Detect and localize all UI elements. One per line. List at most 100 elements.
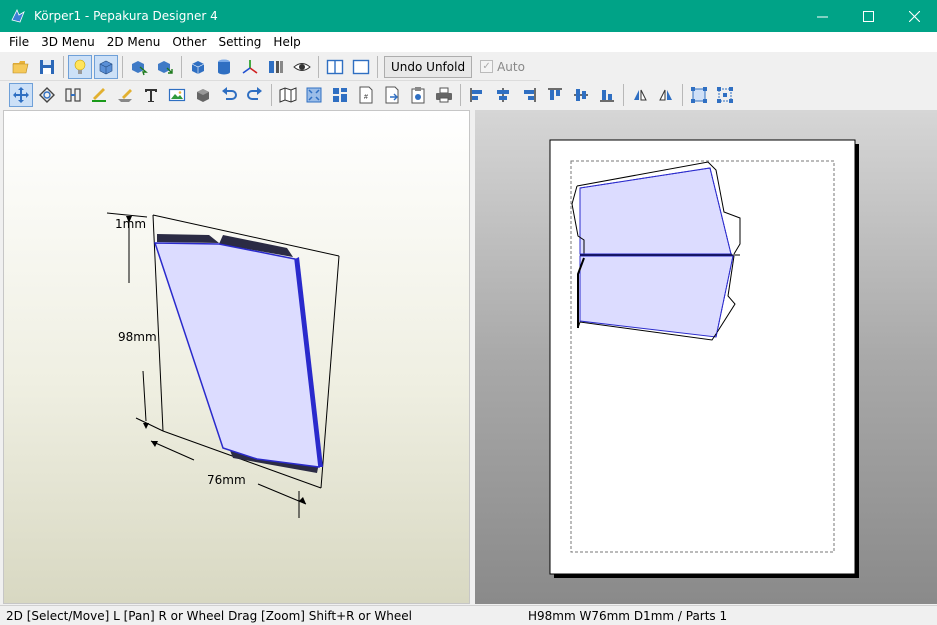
align-left-button[interactable] (465, 83, 489, 107)
menu-help[interactable]: Help (267, 35, 306, 49)
print-preview-button[interactable] (406, 83, 430, 107)
window-title: Körper1 - Pepakura Designer 4 (34, 9, 218, 23)
select-move-button[interactable] (9, 83, 33, 107)
status-info: H98mm W76mm D1mm / Parts 1 (528, 608, 728, 623)
menu-3d[interactable]: 3D Menu (35, 35, 101, 49)
print-button[interactable] (432, 83, 456, 107)
printer-icon (436, 87, 452, 103)
status-hint: 2D [Select/Move] L [Pan] R or Wheel Drag… (6, 608, 412, 623)
redo-icon (247, 87, 262, 100)
box-button[interactable] (186, 55, 210, 79)
align-middle-button[interactable] (569, 83, 593, 107)
view-button[interactable] (290, 55, 314, 79)
panels-icon (269, 60, 283, 73)
maximize-icon (862, 10, 874, 22)
export-button[interactable] (380, 83, 404, 107)
model-3d-view[interactable] (4, 111, 470, 604)
save-button[interactable] (35, 55, 59, 79)
open-button[interactable] (9, 55, 33, 79)
cube-move-icon (158, 60, 173, 74)
texture-button[interactable] (94, 54, 118, 79)
folder-open-icon (12, 60, 29, 73)
cylinder-button[interactable] (212, 55, 236, 79)
auto-checkbox[interactable]: ✓ Auto (480, 60, 525, 74)
text-button[interactable] (139, 83, 163, 107)
view-2d-pane[interactable] (475, 110, 937, 604)
fit-window-icon (306, 87, 322, 103)
menu-setting[interactable]: Setting (212, 35, 267, 49)
align-center-icon (497, 88, 509, 102)
minimize-button[interactable] (799, 0, 845, 32)
close-icon (908, 10, 920, 22)
box-icon (191, 60, 205, 74)
numbering-button[interactable]: # (354, 83, 378, 107)
select-faces-button[interactable] (127, 55, 151, 79)
flap-button[interactable] (113, 83, 137, 107)
menu-file[interactable]: File (3, 35, 35, 49)
arrange-button[interactable] (328, 83, 352, 107)
scale-button[interactable] (713, 83, 737, 107)
align-center-h-button[interactable] (491, 83, 515, 107)
scale-handles-icon (717, 87, 733, 103)
title-bar: Körper1 - Pepakura Designer 4 (0, 0, 937, 32)
cylinder-icon (218, 59, 230, 74)
fit-button[interactable] (302, 83, 326, 107)
align-bottom-button[interactable] (595, 83, 619, 107)
minimize-icon (816, 16, 828, 17)
width-dimension-label: 76mm (207, 473, 246, 487)
align-left-icon (470, 88, 482, 102)
export-page-icon (385, 86, 399, 104)
menu-other[interactable]: Other (166, 35, 212, 49)
flip-left-icon (634, 89, 647, 101)
image-button[interactable] (165, 83, 189, 107)
align-bottom-icon (600, 90, 614, 102)
model-face[interactable] (153, 242, 320, 468)
edge-button[interactable] (264, 55, 288, 79)
rotate-shape-icon (39, 87, 55, 103)
rotate-part-button[interactable] (35, 83, 59, 107)
edit-toolbar: # (0, 81, 937, 109)
part-3d-button[interactable] (191, 83, 215, 107)
bounding-box-button[interactable] (687, 83, 711, 107)
align-top-button[interactable] (543, 83, 567, 107)
axis-icon (242, 59, 258, 74)
flip-right-icon (659, 89, 672, 101)
fold-line-button[interactable] (87, 83, 111, 107)
page-number-icon: # (359, 86, 373, 104)
menu-2d[interactable]: 2D Menu (101, 35, 167, 49)
undo-button[interactable] (217, 83, 241, 107)
menu-bar: File 3D Menu 2D Menu Other Setting Help (0, 32, 937, 52)
svg-text:#: # (364, 94, 368, 101)
pepakura-app-icon (11, 9, 25, 23)
flap-pen-icon (118, 89, 132, 102)
clipboard-icon (411, 87, 425, 104)
align-top-icon (548, 88, 562, 100)
axis-button[interactable] (238, 55, 262, 79)
split-view-icon (326, 59, 344, 74)
flip-right-button[interactable] (654, 83, 678, 107)
top-edge-left (157, 234, 219, 243)
undo-unfold-button[interactable]: Undo Unfold (384, 55, 473, 78)
maximize-button[interactable] (845, 0, 891, 32)
undo-icon (222, 87, 237, 100)
light-button[interactable] (68, 54, 92, 79)
unfold-map-button[interactable] (276, 83, 300, 107)
cube-texture-icon (99, 60, 113, 74)
auto-label: Auto (497, 59, 525, 74)
split-view-button[interactable] (323, 55, 347, 79)
eye-icon (293, 62, 311, 71)
flip-left-button[interactable] (628, 83, 652, 107)
align-right-button[interactable] (517, 83, 541, 107)
unfolded-part[interactable] (571, 161, 741, 341)
close-button[interactable] (891, 0, 937, 32)
status-bar: 2D [Select/Move] L [Pan] R or Wheel Drag… (0, 605, 937, 625)
join-button[interactable] (61, 83, 85, 107)
single-view-button[interactable] (349, 55, 373, 79)
unfold-button[interactable] (153, 55, 177, 79)
redo-button[interactable] (243, 83, 267, 107)
text-icon (145, 89, 157, 102)
view-3d-pane[interactable]: 1mm 98mm 76mm (3, 110, 470, 604)
save-icon (40, 59, 54, 74)
lightbulb-icon (74, 59, 86, 74)
unfold-2d-view[interactable] (475, 110, 937, 604)
